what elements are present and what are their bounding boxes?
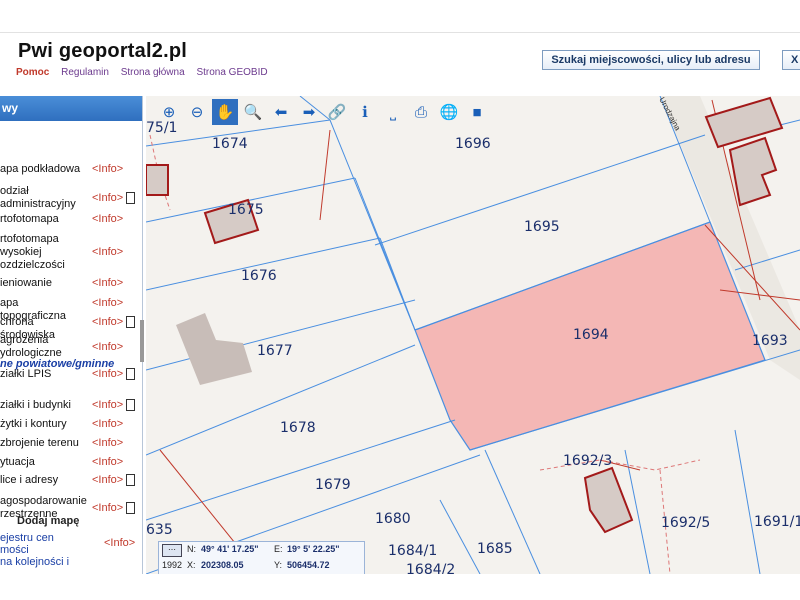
map-toolbar: ⊕ ⊖ ✋ 🔍 ⬅ ➡ 🔗 ℹ ⎵ ⎙ 🌐 ■ [156, 99, 492, 127]
e-label: E: [274, 544, 283, 554]
x-value: 202308.05 [201, 560, 244, 570]
home-link[interactable]: Strona główna [121, 67, 185, 78]
info-icon[interactable]: ℹ [352, 99, 378, 125]
logo-text: geoportal2.pl [58, 40, 187, 62]
x-label: X: [187, 560, 196, 570]
help-link[interactable]: Pomoc [16, 67, 49, 78]
layer-name[interactable]: lice i adresy [0, 474, 86, 487]
parcel-label: 1678 [280, 420, 316, 436]
coordinate-panel: ⋯ N: 49° 41' 17.25" E: 19° 5' 22.25" 199… [158, 541, 365, 576]
document-icon[interactable] [126, 316, 135, 328]
parcel-label: 1694 [573, 327, 609, 343]
sidebar-header[interactable]: wy [0, 96, 142, 121]
e-value: 19° 5' 22.25" [287, 544, 340, 554]
coords-grip-icon[interactable]: ⋯ [162, 544, 182, 557]
layer-info-link[interactable]: <Info> [92, 399, 123, 411]
parcel-label: 1696 [455, 136, 491, 152]
map-svg[interactable]: Urodzajna 1674 16961675169516761694167716… [146, 96, 800, 574]
parcel-label: 635 [146, 522, 173, 538]
layer-info-link[interactable]: <Info> [92, 163, 123, 175]
layer-info-link[interactable]: <Info> [92, 437, 123, 449]
video-icon[interactable]: ■ [464, 99, 490, 125]
zoom-in-icon[interactable]: ⊕ [156, 99, 182, 125]
zoom-area-icon[interactable]: 🔍 [240, 99, 266, 125]
document-icon[interactable] [126, 502, 135, 514]
layer-info-link[interactable]: <Info> [92, 456, 123, 468]
parcel-label: 1692/5 [661, 515, 710, 531]
n-label: N: [187, 544, 196, 554]
order-link[interactable]: na kolejności i [0, 556, 100, 568]
measure-icon[interactable]: ⎵ [380, 99, 406, 125]
add-map-button[interactable]: Dodaj mapę [17, 515, 79, 527]
search-location-button[interactable]: Szukaj miejscowości, ulicy lub adresu [542, 50, 760, 70]
n-value: 49° 41' 17.25" [201, 544, 259, 554]
section-label: ne powiatowe/gminne [0, 358, 115, 370]
parcel-label: 1691/1 [754, 514, 800, 530]
layer-name[interactable]: agrożenia ydrologiczne [0, 334, 86, 360]
rejestr-info-link[interactable]: <Info> [104, 537, 135, 549]
y-value: 506454.72 [287, 560, 330, 570]
arrow-left-icon[interactable]: ⬅ [268, 99, 294, 125]
layer-info-link[interactable]: <Info> [92, 316, 123, 328]
layer-info-link[interactable]: <Info> [92, 297, 123, 309]
parcel-label: 1677 [257, 343, 293, 359]
terms-link[interactable]: Regulamin [61, 67, 109, 78]
print-icon[interactable]: ⎙ [408, 99, 434, 125]
document-icon[interactable] [126, 368, 135, 380]
layer-name[interactable]: ziałki i budynki [0, 399, 86, 412]
layer-name[interactable]: ytuacja [0, 456, 86, 469]
logo-prefix: Pwi [18, 40, 54, 62]
layer-name[interactable]: zbrojenie terenu [0, 437, 86, 450]
parcel-label: 1692/3 [563, 453, 612, 469]
sidebar-scrollbar[interactable] [140, 320, 144, 362]
y-label: Y: [274, 560, 283, 570]
layer-info-link[interactable]: <Info> [92, 418, 123, 430]
document-icon[interactable] [126, 474, 135, 486]
geobid-link[interactable]: Strona GEOBID [196, 67, 267, 78]
map-canvas[interactable]: Urodzajna 1674 1696 1675 1695 1676 1694 1677 16… [146, 96, 800, 574]
parcel-label: 1679 [315, 477, 351, 493]
parcel-label: 1675 [228, 202, 264, 218]
layer-info-link[interactable]: <Info> [92, 341, 123, 353]
globe-icon[interactable]: 🌐 [436, 99, 462, 125]
layer-info-link[interactable]: <Info> [92, 246, 123, 258]
layer-name[interactable]: rtofotomapa wysokiej ozdzielczości [0, 233, 86, 272]
document-icon[interactable] [126, 399, 135, 411]
top-border [0, 0, 800, 33]
layer-name[interactable]: ieniowanie [0, 277, 86, 290]
close-button[interactable]: X [782, 50, 800, 70]
parcel-label: 1695 [524, 219, 560, 235]
document-icon[interactable] [126, 192, 135, 204]
layer-info-link[interactable]: <Info> [92, 192, 123, 204]
parcel-label: 1674 [212, 136, 248, 152]
layer-info-link[interactable]: <Info> [92, 277, 123, 289]
header-links: Pomoc Regulamin Strona główna Strona GEO… [16, 67, 277, 78]
layer-info-link[interactable]: <Info> [92, 474, 123, 486]
parcel-label: 1676 [241, 268, 277, 284]
zoom-out-icon[interactable]: ⊖ [184, 99, 210, 125]
parcel-label: 1685 [477, 541, 513, 557]
layer-info-link[interactable]: <Info> [92, 213, 123, 225]
layer-name[interactable]: rtofotomapa [0, 213, 86, 226]
epsg-label: 1992 [162, 560, 183, 570]
parcel-label: 1680 [375, 511, 411, 527]
link-icon[interactable]: 🔗 [324, 99, 350, 125]
bottom-bar [0, 574, 800, 600]
rejestr-link[interactable]: ejestru cen mości [0, 532, 92, 556]
pan-hand-icon[interactable]: ✋ [212, 99, 238, 125]
layer-info-link[interactable]: <Info> [92, 502, 123, 514]
site-logo[interactable]: Pwi geoportal2.pl [18, 40, 187, 63]
arrow-right-icon[interactable]: ➡ [296, 99, 322, 125]
layers-sidebar: wy apa podkładowa <Info> odział administra… [0, 96, 143, 574]
layer-name[interactable]: odział administracyjny [0, 185, 86, 211]
parcel-label: 1684/1 [388, 543, 437, 559]
layer-name[interactable]: apa podkładowa [0, 163, 86, 176]
layer-name[interactable]: żytki i kontury [0, 418, 86, 431]
parcel-label: 1684/2 [406, 562, 455, 574]
parcel-label: 1693 [752, 333, 788, 349]
